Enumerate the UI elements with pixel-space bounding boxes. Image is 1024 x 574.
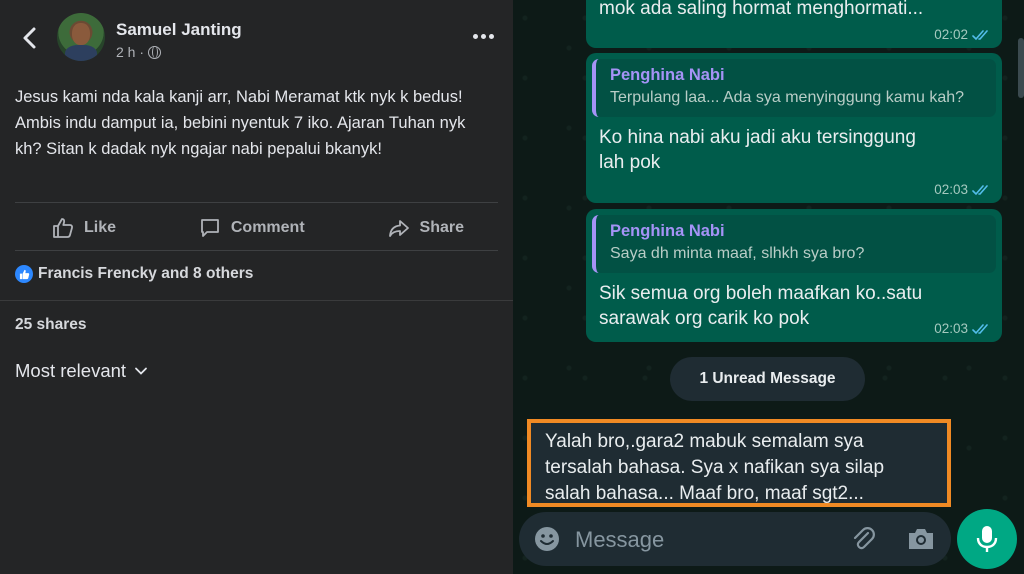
share-button[interactable]: Share [387,216,464,240]
divider [15,202,498,203]
divider [0,300,513,301]
emoji-icon[interactable] [533,525,561,553]
author-avatar[interactable] [57,13,105,61]
message-input-bar[interactable]: Message [519,512,951,566]
author-name[interactable]: Samuel Janting [116,20,242,40]
post-meta: 2 h · [116,44,162,60]
message-time: 02:02 [934,27,992,42]
like-button[interactable]: Like [51,216,116,240]
read-receipt-icon [972,184,988,195]
quoted-text: Terpulang laa... Ada sya menyinggung kam… [610,89,965,106]
attach-icon[interactable] [849,525,877,553]
read-receipt-icon [972,29,988,40]
reactions-summary[interactable]: Francis Frencky and 8 others [15,265,253,283]
facebook-post-panel: Samuel Janting 2 h · Jesus kami nda kala… [0,0,513,574]
quoted-text: Saya dh minta maaf, slhkh sya bro? [610,245,865,262]
thumbs-up-icon [53,218,73,238]
message-input[interactable]: Message [575,527,664,553]
whatsapp-chat-panel: mok ada saling hormat menghormati... 02:… [513,0,1024,574]
unread-messages-badge: 1 Unread Message [670,357,865,401]
share-label: Share [419,219,464,236]
sort-label: Most relevant [15,360,127,381]
post-time: 2 h · [116,44,145,60]
divider [15,250,498,251]
comment-button[interactable]: Comment [198,216,305,240]
back-arrow-icon[interactable] [18,26,42,50]
more-options-icon[interactable] [470,26,496,46]
microphone-icon [976,526,998,552]
comment-sort-dropdown[interactable]: Most relevant [15,360,148,382]
camera-icon[interactable] [906,525,936,553]
shares-count[interactable]: 25 shares [15,316,87,334]
quoted-author: Penghina Nabi [610,222,725,240]
chevron-down-icon [135,367,147,375]
post-actions: Like Comment Share [15,206,498,250]
message-text: Ko hina nabi aku jadi aku tersinggung la… [599,127,916,173]
comment-icon [200,219,219,237]
message-text: mok ada saling hormat menghormati... [599,0,924,19]
voice-message-button[interactable] [957,509,1017,569]
reactions-text: Francis Frencky and 8 others [38,265,254,282]
message-time: 02:03 [934,182,992,197]
quoted-author: Penghina Nabi [610,66,725,84]
highlighted-incoming-message[interactable]: Yalah bro,.gara2 mabuk semalam sya tersa… [527,419,951,507]
message-bubble-outgoing[interactable]: mok ada saling hormat menghormati... 02:… [586,0,1002,48]
scrollbar[interactable] [1018,38,1024,98]
message-time: 02:03 [934,321,992,336]
globe-icon [148,45,162,59]
post-text: Jesus kami nda kala kanji arr, Nabi Mera… [15,88,466,158]
share-icon [388,220,409,237]
like-reaction-icon [15,265,33,283]
message-bubble-outgoing[interactable]: Penghina Nabi Terpulang laa... Ada sya m… [586,53,1002,203]
quoted-message[interactable]: Penghina Nabi Saya dh minta maaf, slhkh … [592,215,996,273]
comment-label: Comment [230,219,305,236]
like-label: Like [84,219,117,236]
quoted-message[interactable]: Penghina Nabi Terpulang laa... Ada sya m… [592,59,996,117]
message-bubble-outgoing[interactable]: Penghina Nabi Saya dh minta maaf, slhkh … [586,209,1002,342]
read-receipt-icon [972,323,988,334]
